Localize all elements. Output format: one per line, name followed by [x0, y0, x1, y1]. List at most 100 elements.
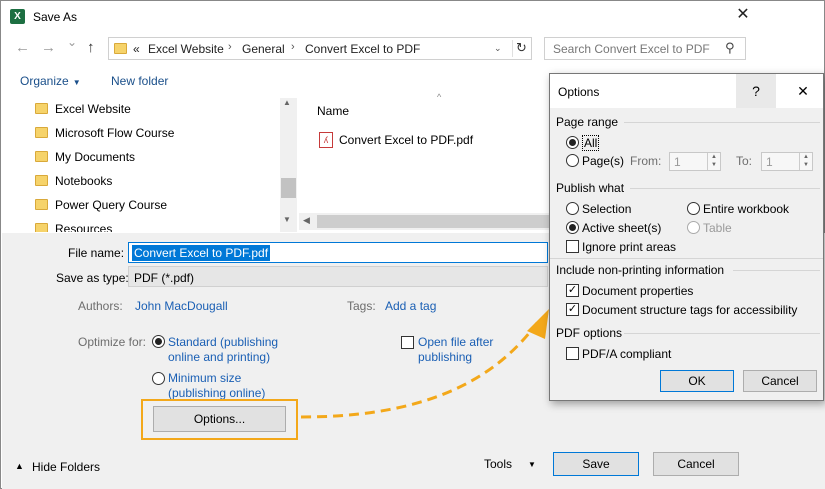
publish-selection-radio[interactable]	[566, 202, 579, 215]
breadcrumb-item[interactable]: General	[242, 42, 285, 56]
folder-icon	[35, 223, 48, 232]
optimize-standard-label-line2[interactable]: online and printing)	[168, 350, 270, 364]
page-range-pages-radio[interactable]	[566, 154, 579, 167]
file-name-input[interactable]: Convert Excel to PDF.pdf	[128, 242, 548, 263]
breadcrumb-item[interactable]: Excel Website	[148, 42, 224, 56]
scroll-up-icon[interactable]: ▲	[283, 98, 291, 107]
new-folder-button[interactable]: New folder	[111, 74, 168, 88]
hide-folders-chevron-icon[interactable]: ▲	[15, 461, 24, 471]
file-item[interactable]: Convert Excel to PDF.pdf	[339, 133, 473, 147]
options-close-icon[interactable]: ✕	[786, 74, 820, 108]
pdf-options-heading: PDF options	[556, 326, 623, 340]
recent-locations-chevron-icon[interactable]: ⌄	[67, 35, 77, 49]
sort-indicator-icon: ^	[437, 92, 442, 102]
options-title-bar: Options ? ✕	[550, 74, 823, 108]
optimize-minimum-label-line2[interactable]: (publishing online)	[168, 386, 265, 400]
ignore-print-areas-label[interactable]: Ignore print areas	[582, 240, 676, 254]
tree-item-label: Notebooks	[55, 174, 113, 188]
publish-entire-workbook-label[interactable]: Entire workbook	[703, 202, 789, 216]
group-divider	[630, 188, 820, 189]
folder-icon	[114, 43, 127, 54]
options-dialog: Options ? ✕ Page range All Page(s) From:…	[549, 73, 824, 401]
options-ok-button[interactable]: OK	[660, 370, 734, 392]
tree-item-label: Excel Website	[55, 102, 131, 116]
save-button[interactable]: Save	[553, 452, 639, 476]
tools-dropdown-icon[interactable]: ▼	[528, 460, 536, 469]
from-spinner[interactable]: 1 ▲ ▼	[669, 152, 721, 171]
publish-table-radio[interactable]	[687, 221, 700, 234]
publish-selection-label[interactable]: Selection	[582, 202, 631, 216]
publish-table-label: Table	[703, 221, 732, 235]
ignore-print-areas-checkbox[interactable]	[566, 240, 579, 253]
column-header-name[interactable]: Name	[317, 104, 349, 118]
page-range-all-radio[interactable]	[566, 136, 579, 149]
publish-active-sheets-label[interactable]: Active sheet(s)	[582, 221, 661, 235]
refresh-icon[interactable]: ↻	[512, 40, 530, 57]
publish-what-heading: Publish what	[556, 181, 625, 195]
up-arrow-icon[interactable]: ↑	[87, 39, 95, 56]
cancel-button[interactable]: Cancel	[653, 452, 739, 476]
optimize-standard-radio[interactable]	[152, 335, 165, 348]
title-bar: X Save As ✕	[1, 1, 824, 31]
tree-item-label: Power Query Course	[55, 198, 168, 212]
publish-active-sheets-radio[interactable]	[566, 221, 579, 234]
window-title: Save As	[33, 10, 78, 24]
tree-item-label: Resources	[55, 222, 113, 232]
page-range-all-label[interactable]: All	[582, 135, 600, 151]
optimize-standard-label[interactable]: Standard (publishing	[168, 335, 278, 349]
search-input[interactable]: Search Convert Excel to PDF ⚲	[544, 37, 746, 60]
hide-folders-button[interactable]: Hide Folders	[32, 460, 100, 474]
organize-button[interactable]: Organize ▼	[20, 74, 81, 88]
structure-tags-label[interactable]: Document structure tags for accessibilit…	[582, 303, 797, 317]
to-spinner[interactable]: 1 ▲ ▼	[761, 152, 813, 171]
address-dropdown-icon[interactable]: ⌄	[494, 43, 502, 54]
search-icon[interactable]: ⚲	[725, 40, 735, 56]
to-label: To:	[736, 154, 753, 168]
forward-arrow-icon[interactable]: →	[41, 39, 56, 56]
file-name-label: File name:	[68, 246, 125, 260]
callout-arrowhead	[527, 309, 549, 339]
horizontal-scrollbar[interactable]: ◀	[299, 213, 551, 230]
pdfa-label[interactable]: PDF/A compliant	[582, 347, 671, 361]
scroll-left-icon[interactable]: ◀	[303, 215, 310, 226]
optimize-minimum-radio[interactable]	[152, 372, 165, 385]
breadcrumb-separator-icon[interactable]: ›	[291, 41, 295, 53]
options-button[interactable]: Options...	[153, 406, 286, 432]
breadcrumb-separator-icon[interactable]: ›	[228, 41, 232, 53]
organize-label: Organize	[20, 74, 69, 88]
close-icon[interactable]: ✕	[733, 5, 753, 25]
options-title: Options	[558, 85, 600, 99]
breadcrumb-overflow[interactable]: «	[133, 42, 140, 56]
scroll-down-icon[interactable]: ▼	[283, 215, 291, 224]
spinner-arrows-icon[interactable]: ▲ ▼	[799, 153, 812, 170]
authors-label: Authors:	[78, 299, 123, 313]
breadcrumb-item[interactable]: Convert Excel to PDF	[305, 42, 420, 56]
address-bar[interactable]: « Excel Website › General › Convert Exce…	[108, 37, 532, 60]
optimize-for-label: Optimize for:	[78, 335, 147, 349]
search-placeholder: Search Convert Excel to PDF	[553, 42, 710, 56]
spinner-arrows-icon[interactable]: ▲ ▼	[707, 153, 720, 170]
tools-button[interactable]: Tools	[484, 457, 512, 471]
back-arrow-icon[interactable]: ←	[15, 39, 30, 56]
help-icon[interactable]: ?	[736, 74, 776, 108]
scrollbar-thumb[interactable]	[317, 215, 549, 228]
tree-item-label: My Documents	[55, 150, 136, 164]
tree-item-label: Microsoft Flow Course	[55, 126, 175, 140]
navigation-scrollbar[interactable]: ▲ ▼	[280, 98, 297, 232]
page-range-heading: Page range	[556, 115, 619, 129]
options-cancel-button[interactable]: Cancel	[743, 370, 817, 392]
save-as-dialog: X Save As ✕ ← → ⌄ ↑ « Excel Website › Ge…	[0, 0, 825, 489]
group-divider	[733, 270, 820, 271]
page-range-pages-label[interactable]: Page(s)	[582, 154, 624, 168]
from-value: 1	[674, 155, 681, 169]
optimize-minimum-label[interactable]: Minimum size	[168, 371, 241, 385]
save-as-type-select[interactable]: PDF (*.pdf)	[128, 266, 548, 287]
callout-arrow-line	[300, 322, 539, 419]
pdfa-checkbox[interactable]	[566, 347, 579, 360]
document-properties-label[interactable]: Document properties	[582, 284, 693, 298]
structure-tags-checkbox[interactable]: ✓	[566, 303, 579, 316]
publish-entire-workbook-radio[interactable]	[687, 202, 700, 215]
scrollbar-thumb[interactable]	[281, 178, 296, 198]
document-properties-checkbox[interactable]: ✓	[566, 284, 579, 297]
authors-value[interactable]: John MacDougall	[135, 299, 228, 313]
